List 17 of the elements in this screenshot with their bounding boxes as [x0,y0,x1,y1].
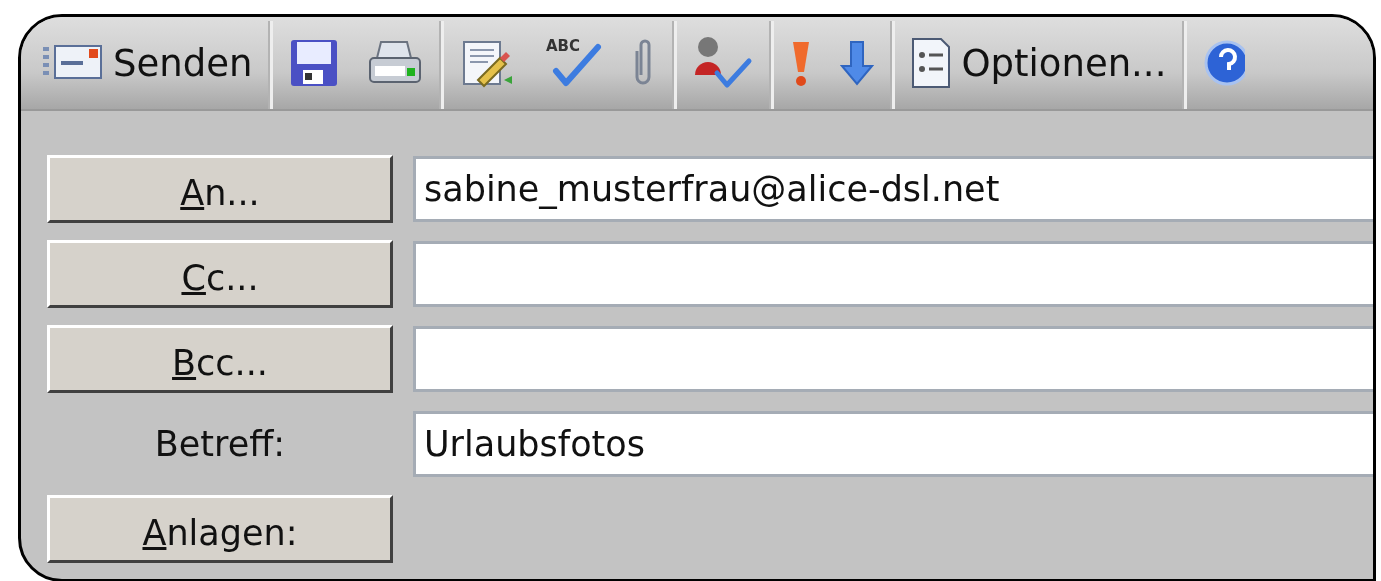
recipient-button[interactable]: Cc... [47,240,393,308]
spelling-button[interactable]: ABC [528,17,617,109]
recipient-field[interactable] [413,241,1373,307]
recipient-field[interactable]: sabine_musterfrau@alice-dsl.net [413,156,1373,222]
down-arrow-icon [840,40,875,86]
help-icon [1203,39,1246,87]
attachments-button[interactable]: Anlagen: [47,495,393,563]
subject-label: Betreff: [153,424,287,464]
send-button[interactable]: Senden [29,17,267,109]
recipient-button[interactable]: An... [47,155,393,223]
recipient-button[interactable]: Bcc... [47,325,393,393]
document-pen-icon [460,38,515,88]
recipient-field[interactable] [413,326,1373,392]
subject-field[interactable]: Urlaubsfotos [413,411,1373,477]
options-button[interactable]: Optionen... [897,17,1181,109]
person-check-icon [693,35,754,91]
document-list-icon [911,37,952,89]
